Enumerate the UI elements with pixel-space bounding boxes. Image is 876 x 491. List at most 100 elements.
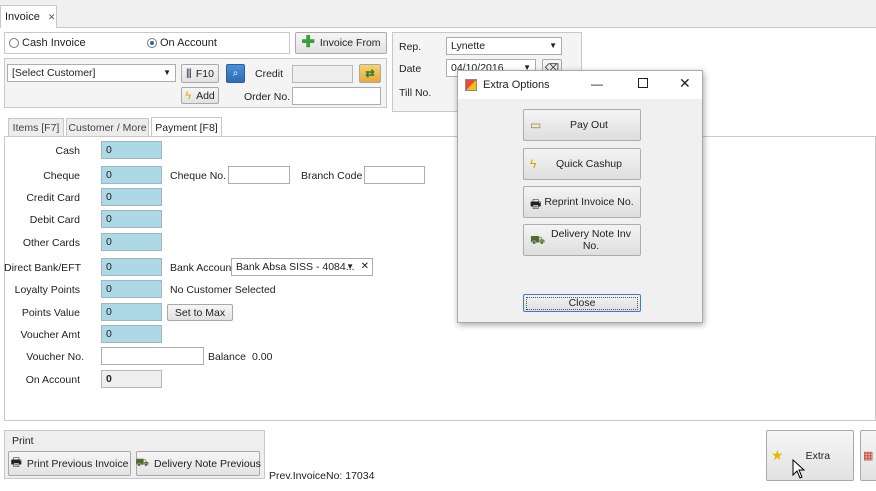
search-icon: ⌕: [232, 68, 239, 79]
invoice-from-label: Invoice From: [319, 37, 381, 49]
cash-register-icon: ▭: [530, 118, 542, 132]
order-no-field[interactable]: [292, 87, 381, 105]
direct-bank-label: Direct Bank/EFT: [4, 262, 82, 274]
bank-account-label: Bank Account: [170, 262, 235, 274]
cheque-no-field[interactable]: [228, 166, 290, 184]
radio-icon: [9, 38, 19, 48]
credit-label: Credit: [255, 68, 284, 80]
set-to-max-button[interactable]: Set to Max: [167, 304, 233, 321]
rep-label: Rep.: [399, 41, 422, 53]
chevron-down-icon: ▼: [346, 262, 354, 271]
mouse-cursor-icon: [792, 459, 806, 479]
quick-cashup-label: Quick Cashup: [556, 158, 622, 170]
cheque-label: Cheque: [43, 170, 80, 182]
invoice-doc-tab[interactable]: Invoice ✕: [0, 5, 57, 28]
other-cards-field[interactable]: 0: [101, 233, 162, 251]
f10-label: F10: [195, 67, 214, 80]
debit-card-field[interactable]: 0: [101, 210, 162, 228]
customer-select-value: [Select Customer]: [12, 67, 96, 79]
rep-select[interactable]: Lynette ▼: [446, 37, 562, 55]
other-cards-label: Other Cards: [22, 237, 80, 249]
maximize-icon[interactable]: [638, 78, 648, 88]
quick-cashup-button[interactable]: ϟ Quick Cashup: [523, 148, 641, 180]
prev-invoice-number: Prev.InvoiceNo: 17034: [269, 470, 375, 482]
barcode-icon: |||: [186, 68, 192, 79]
tab-customer-more-label: Customer / More: [68, 122, 147, 134]
grid-icon: ▦: [863, 450, 874, 462]
credit-refresh-button[interactable]: ⇄: [359, 64, 381, 83]
customer-select[interactable]: [Select Customer] ▼: [7, 64, 176, 82]
bank-account-value: Bank Absa SISS - 4084...: [236, 261, 355, 273]
rep-value: Lynette: [451, 40, 486, 52]
cash-label: Cash: [55, 145, 80, 157]
dialog-title-bar: Extra Options — ✕: [458, 71, 702, 99]
set-to-max-label: Set to Max: [174, 306, 226, 319]
tab-customer-more[interactable]: Customer / More: [66, 118, 149, 137]
search-button[interactable]: ⌕: [226, 64, 245, 83]
next-action-button[interactable]: ▦: [860, 430, 876, 481]
extra-options-dialog: Extra Options — ✕ ▭ Pay Out ϟ Quick Cash…: [457, 70, 703, 323]
close-icon[interactable]: ✕: [48, 12, 56, 23]
print-previous-label: Print Previous Invoice: [26, 457, 129, 470]
truck-icon: ⛟: [135, 456, 150, 469]
cheque-field[interactable]: 0: [101, 166, 162, 184]
credit-card-field[interactable]: 0: [101, 188, 162, 206]
reprint-invoice-button[interactable]: 🖶 Reprint Invoice No.: [523, 186, 641, 218]
plus-icon: ✚: [301, 34, 315, 51]
dialog-title: Extra Options: [483, 79, 550, 91]
minimize-icon[interactable]: —: [591, 77, 603, 91]
close-icon[interactable]: ✕: [679, 75, 691, 92]
f10-button[interactable]: ||| F10: [181, 64, 219, 83]
cash-invoice-radio[interactable]: Cash Invoice: [9, 37, 86, 49]
branch-code-label: Branch Code: [301, 170, 363, 182]
direct-bank-field[interactable]: 0: [101, 258, 162, 276]
tab-items[interactable]: Items [F7]: [8, 118, 64, 137]
delivery-note-inv-button[interactable]: ⛟ Delivery Note Inv No.: [523, 224, 641, 256]
star-icon: ★: [771, 447, 784, 463]
on-account-value: 0: [106, 373, 112, 385]
voucher-no-field[interactable]: [101, 347, 204, 365]
till-no-label: Till No.: [399, 87, 432, 99]
loyalty-points-field[interactable]: 0: [101, 280, 162, 298]
pay-out-label: Pay Out: [570, 119, 608, 131]
branch-code-field[interactable]: [364, 166, 425, 184]
lightning-icon: ϟ: [530, 157, 537, 171]
on-account-field: 0: [101, 370, 162, 388]
on-account-label: On Account: [160, 37, 217, 49]
loyalty-points-label: Loyalty Points: [14, 284, 80, 296]
delivery-note-previous-button[interactable]: ⛟ Delivery Note Previous: [135, 451, 261, 476]
cheque-value: 0: [106, 169, 112, 181]
close-button[interactable]: Close: [523, 294, 641, 312]
refresh-icon: ⇄: [365, 68, 375, 80]
cash-field[interactable]: 0: [101, 141, 162, 159]
credit-card-value: 0: [106, 191, 112, 203]
chevron-down-icon: ▼: [549, 41, 557, 50]
tab-payment[interactable]: Payment [F8]: [151, 117, 222, 137]
printer-icon: 🖶: [10, 455, 22, 469]
invoice-from-button[interactable]: ✚ Invoice From: [295, 32, 387, 54]
voucher-no-label: Voucher No.: [26, 351, 84, 363]
points-value-field[interactable]: 0: [101, 303, 162, 321]
truck-icon: ⛟: [530, 233, 546, 247]
credit-field: [292, 65, 353, 83]
cash-invoice-label: Cash Invoice: [22, 37, 86, 49]
cheque-no-label: Cheque No.: [170, 170, 227, 182]
app-icon: [465, 79, 477, 91]
add-customer-button[interactable]: ϟ Add: [181, 87, 219, 104]
document-tab-strip: [0, 0, 876, 28]
tab-payment-label: Payment [F8]: [155, 121, 218, 134]
balance-value: 0.00: [252, 351, 273, 363]
print-previous-invoice-button[interactable]: 🖶 Print Previous Invoice: [8, 451, 131, 476]
debit-card-value: 0: [106, 213, 112, 225]
print-group-title: Print: [12, 435, 34, 447]
extra-button[interactable]: ★ Extra: [766, 430, 854, 481]
points-value-label: Points Value: [21, 307, 80, 319]
pay-out-button[interactable]: ▭ Pay Out: [523, 109, 641, 141]
clear-icon[interactable]: ✕: [361, 261, 369, 272]
on-account-radio[interactable]: On Account: [147, 37, 217, 49]
invoice-doc-tab-label: Invoice: [5, 11, 40, 23]
loyalty-points-value: 0: [106, 283, 112, 295]
lightning-icon: ϟ: [185, 89, 192, 102]
voucher-amt-field[interactable]: 0: [101, 325, 162, 343]
bank-account-select[interactable]: Bank Absa SISS - 4084... ▼ ✕: [231, 258, 373, 276]
